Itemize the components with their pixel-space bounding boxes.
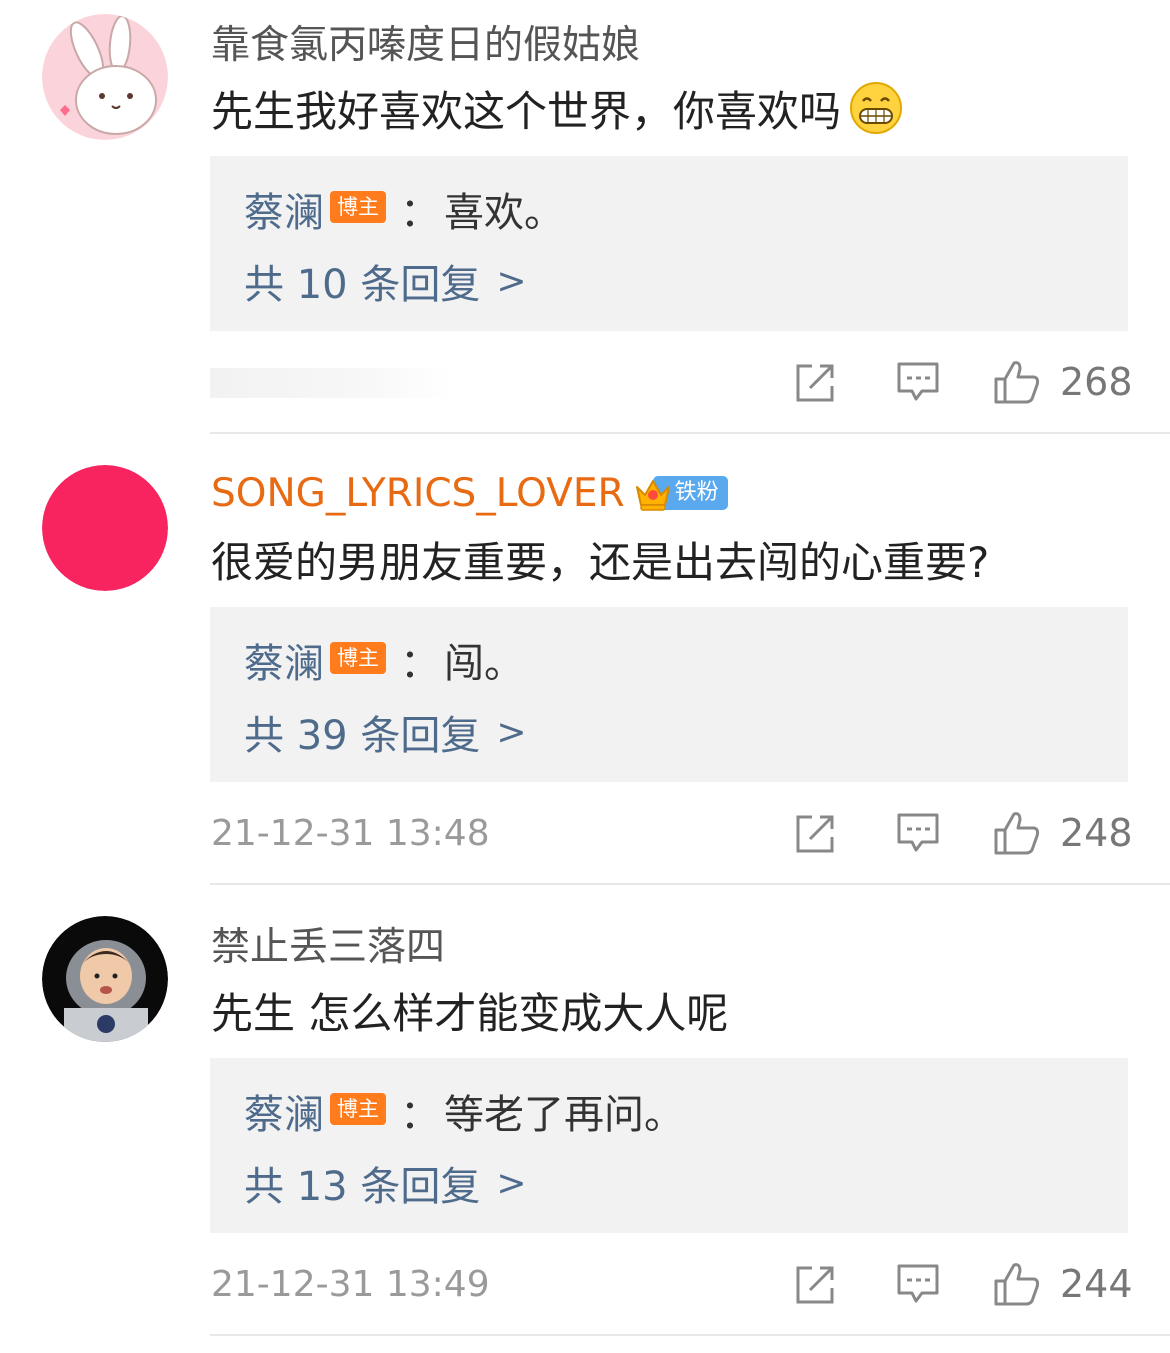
divider (210, 432, 1170, 434)
avatar[interactable] (42, 465, 168, 591)
reply-text: 等老了再问。 (444, 1092, 684, 1138)
avatar[interactable] (42, 916, 168, 1042)
divider (210, 1334, 1170, 1336)
like-button[interactable]: 268 (992, 352, 1133, 412)
like-count: 248 (1060, 811, 1133, 855)
avatar[interactable] (42, 14, 168, 140)
reply-count-label: 共 13 条回复 (244, 1164, 481, 1210)
chevron-right-icon: > (496, 1162, 527, 1204)
username[interactable]: 靠食氯丙嗪度日的假姑娘 (211, 14, 640, 70)
meta-row: 21-12-31 13:49 244 (0, 1254, 1170, 1314)
comment-text: 先生我好喜欢这个世界，你喜欢吗 (211, 80, 903, 136)
owner-badge: 博主 (330, 191, 386, 223)
reply-author[interactable]: 蔡澜 (244, 180, 324, 238)
comment-item: 靠食氯丙嗪度日的假姑娘 先生我好喜欢这个世界，你喜欢吗 蔡澜 博主 ： 喜欢。 … (0, 0, 1170, 451)
thumbs-up-icon (994, 361, 1040, 404)
like-count: 244 (1060, 1262, 1133, 1306)
reply-preview[interactable]: 蔡澜 博主 ： 闯。 共 39 条回复 > (210, 607, 1128, 782)
like-button[interactable]: 244 (992, 1254, 1133, 1314)
reply-line: 蔡澜 博主 ： 等老了再问。 (244, 1086, 684, 1138)
comment-text: 很爱的男朋友重要，还是出去闯的心重要? (211, 537, 990, 587)
timestamp: 21-12-31 13:49 (211, 1263, 490, 1305)
comment-item: 禁止丢三落四 先生 怎么样才能变成大人呢 蔡澜 博主 ： 等老了再问。 共 13… (0, 902, 1170, 1353)
grin-emoji-icon (849, 81, 903, 135)
meta-row: 21-12-31 13:48 248 (0, 803, 1170, 863)
timestamp-placeholder (210, 368, 454, 398)
comment-text: 先生 怎么样才能变成大人呢 (211, 988, 729, 1038)
reply-colon: ： (400, 190, 440, 236)
reply-colon: ： (400, 1092, 440, 1138)
fan-badge: 铁粉 (633, 473, 728, 513)
timestamp: 21-12-31 13:48 (211, 812, 490, 854)
reply-line: 蔡澜 博主 ： 喜欢。 (244, 184, 564, 236)
meta-row: 268 (0, 352, 1170, 412)
reply-line: 蔡澜 博主 ： 闯。 (244, 635, 524, 687)
chevron-right-icon: > (496, 260, 527, 302)
view-replies-link[interactable]: 共 10 条回复 > (244, 256, 527, 309)
reply-colon: ： (400, 641, 440, 687)
reply-author[interactable]: 蔡澜 (244, 1082, 324, 1140)
comment-body: 先生我好喜欢这个世界，你喜欢吗 (211, 86, 842, 136)
view-replies-link[interactable]: 共 39 条回复 > (244, 707, 527, 760)
username-text: SONG_LYRICS_LOVER (211, 470, 625, 516)
thumbs-up-icon (994, 812, 1040, 855)
owner-badge: 博主 (330, 642, 386, 674)
comment-icon (897, 362, 939, 401)
comment-icon (897, 1264, 939, 1303)
share-button[interactable] (792, 803, 840, 863)
share-icon (796, 364, 834, 402)
reply-author[interactable]: 蔡澜 (244, 631, 324, 689)
comment-icon (897, 813, 939, 852)
like-button[interactable]: 248 (992, 803, 1133, 863)
like-count: 268 (1060, 360, 1133, 404)
divider (210, 883, 1170, 885)
reply-text: 喜欢。 (444, 190, 564, 236)
comment-item: SONG_LYRICS_LOVER 铁粉 很爱的男朋友重要，还是出去闯的心重要?… (0, 451, 1170, 902)
reply-text: 闯。 (444, 641, 524, 687)
reply-preview[interactable]: 蔡澜 博主 ： 等老了再问。 共 13 条回复 > (210, 1058, 1128, 1233)
thumbs-up-icon (994, 1263, 1040, 1306)
username[interactable]: 禁止丢三落四 (211, 916, 445, 972)
share-button[interactable] (792, 352, 840, 412)
crown-icon (635, 480, 670, 511)
share-button[interactable] (792, 1254, 840, 1314)
reply-preview[interactable]: 蔡澜 博主 ： 喜欢。 共 10 条回复 > (210, 156, 1128, 331)
share-icon (796, 1266, 834, 1304)
reply-count-label: 共 39 条回复 (244, 713, 481, 759)
view-replies-link[interactable]: 共 13 条回复 > (244, 1158, 527, 1211)
comment-button[interactable] (894, 352, 942, 412)
owner-badge: 博主 (330, 1093, 386, 1125)
reply-count-label: 共 10 条回复 (244, 262, 481, 308)
username[interactable]: SONG_LYRICS_LOVER 铁粉 (211, 465, 728, 521)
chevron-right-icon: > (496, 711, 527, 753)
comment-button[interactable] (894, 803, 942, 863)
comment-button[interactable] (894, 1254, 942, 1314)
share-icon (796, 815, 834, 853)
